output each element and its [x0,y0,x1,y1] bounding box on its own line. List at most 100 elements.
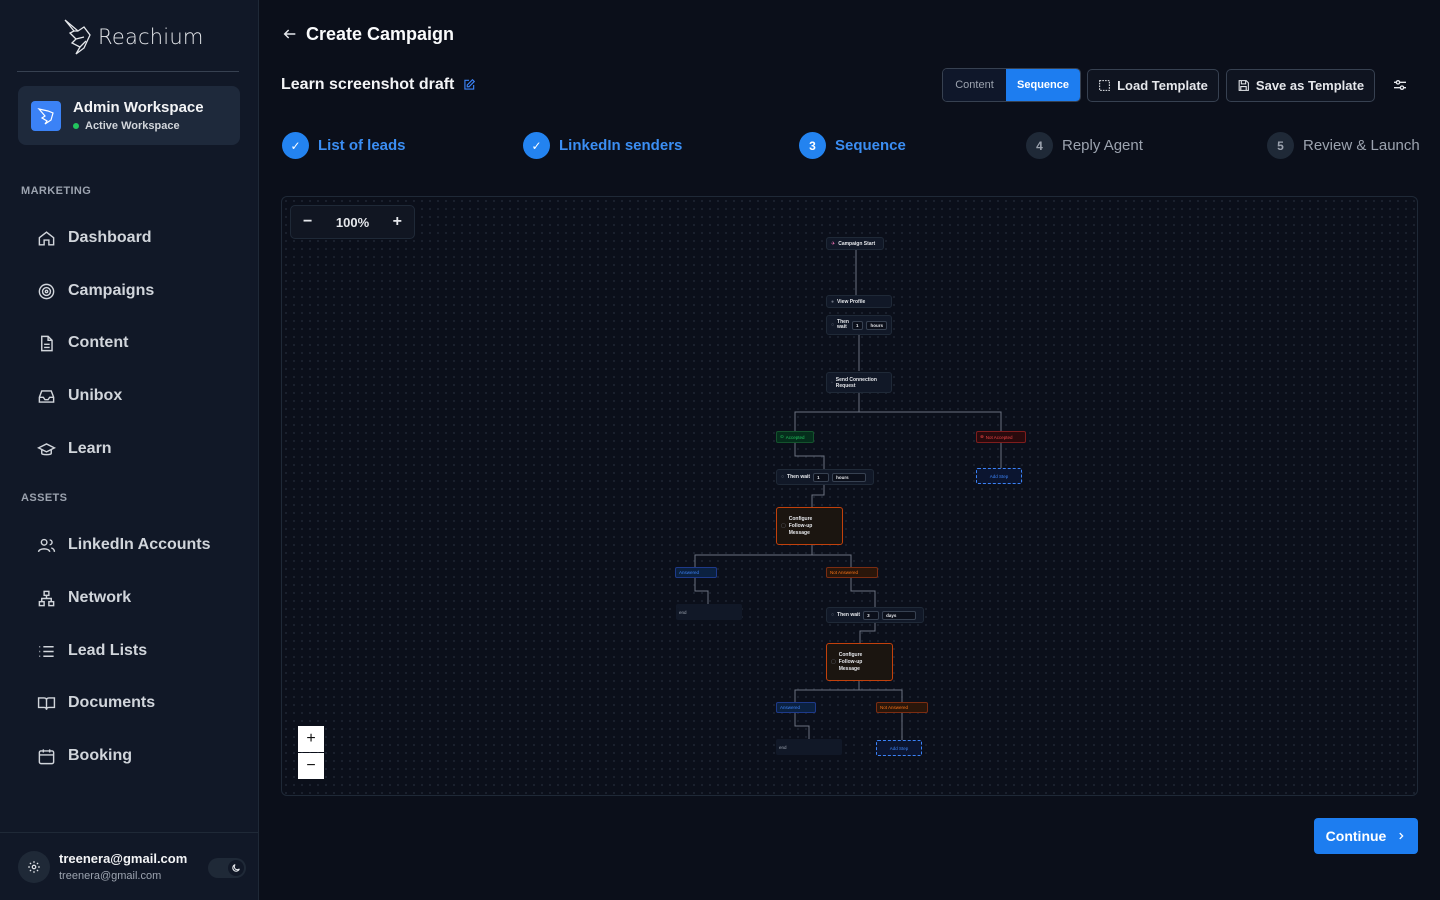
minimap-zoom-in-button[interactable]: + [298,726,324,752]
wait-value-input[interactable]: 1 [813,472,830,482]
network-icon [38,590,55,606]
wait-unit-select[interactable]: days [882,610,917,620]
section-label-marketing: MARKETING [21,185,92,197]
add-step-button[interactable]: Add Step [876,740,922,756]
step-sequence[interactable]: 3 Sequence [799,132,906,159]
view-toggle: Content Sequence [942,68,1081,102]
minimap-zoom-out-button[interactable]: − [298,753,324,779]
wait-node-2[interactable]: ○ Then wait 1 hours [776,469,874,485]
users-icon [37,538,56,552]
sidebar-item-booking[interactable]: Booking [37,742,237,770]
gear-icon [28,861,40,873]
inbox-icon [38,389,55,403]
bird-logo-icon [64,19,91,55]
view-profile-node[interactable]: ● View Profile [826,295,892,308]
app-logo[interactable]: Reachium [62,16,204,58]
user-plus-icon: ▫ [831,379,833,386]
wait-node-1[interactable]: ○ Then wait 1 hours [826,315,892,335]
workspace-switcher[interactable]: Admin Workspace Active Workspace [18,86,240,145]
message-icon: ▢ [831,659,836,665]
moon-icon [232,864,240,872]
app-name: Reachium [98,25,204,49]
document-icon [41,335,53,351]
wait-unit-select[interactable]: hours [832,472,867,482]
rocket-icon: ✈ [831,240,836,247]
save-template-button[interactable]: Save as Template [1226,69,1375,102]
divider [17,71,239,72]
wait-value-input[interactable]: 3 [863,610,880,620]
followup-message-node-1[interactable]: ▢ Configure Follow-up Message [776,507,843,545]
workspace-name: Admin Workspace [73,99,204,116]
wait-node-3[interactable]: ○ Then wait 3 days [826,607,924,623]
load-template-button[interactable]: Load Template [1087,69,1219,102]
chevron-right-icon [1399,832,1404,840]
end-node-2[interactable]: end [776,739,842,755]
theme-toggle[interactable] [208,858,246,878]
graduation-cap-icon [37,442,56,455]
step-number: 5 [1267,132,1294,159]
sidebar-item-unibox[interactable]: Unibox [37,382,237,410]
accepted-branch[interactable]: ⊙ Accepted [776,431,814,443]
step-check-icon: ✓ [523,132,550,159]
clock-icon: ○ [831,612,835,618]
clock-icon: ○ [781,474,785,480]
step-list-of-leads[interactable]: ✓ List of leads [282,132,406,159]
followup-message-node-2[interactable]: ▢ Configure Follow-up Message [826,643,893,681]
step-linkedin-senders[interactable]: ✓ LinkedIn senders [523,132,682,159]
theme-knob [228,860,244,876]
sequence-canvas[interactable]: − 100% + ✈ Campaign Start ● View Profile ○… [281,196,1418,796]
target-icon [38,283,55,299]
campaign-name: Learn screenshot draft [281,76,476,94]
sidebar-item-campaigns[interactable]: Campaigns [37,277,237,305]
list-icon [39,645,54,657]
book-icon [37,696,56,710]
user-footer: treenera@gmail.com treenera@gmail.com [0,832,259,900]
sidebar-item-content[interactable]: Content [37,329,237,357]
step-number: 4 [1026,132,1053,159]
user-email-secondary: treenera@gmail.com [59,870,162,882]
home-icon [38,230,55,246]
answered-branch-2[interactable]: Answered [776,702,816,713]
eye-icon: ● [831,298,835,305]
step-check-icon: ✓ [282,132,309,159]
sidebar-item-learn[interactable]: Learn [37,435,237,463]
flow-connectors [694,250,1002,741]
template-icon [1099,80,1111,91]
sidebar-item-dashboard[interactable]: Dashboard [37,224,237,252]
not-accepted-branch[interactable]: ⊗ Not Accepted [976,431,1026,443]
campaign-start-node[interactable]: ✈ Campaign Start [826,237,884,250]
settings-sliders-icon[interactable] [1392,77,1408,93]
sidebar-item-linkedin-accounts[interactable]: LinkedIn Accounts [37,531,237,559]
back-arrow-icon[interactable] [282,26,298,42]
check-circle-icon: ⊙ [780,434,784,439]
workspace-status: Active Workspace [73,120,204,132]
not-answered-branch-1[interactable]: Not Answered [826,567,878,578]
wait-unit-select[interactable]: hours [866,320,887,330]
toggle-sequence[interactable]: Sequence [1006,69,1080,101]
send-connection-node[interactable]: ▫ Send Connection Request [826,372,892,393]
sidebar-item-lead-lists[interactable]: Lead Lists [37,637,237,665]
workspace-avatar-icon [31,100,61,131]
calendar-icon [38,748,55,764]
step-review-launch[interactable]: 5 Review & Launch [1267,132,1420,159]
answered-branch-1[interactable]: Answered [675,567,717,578]
status-dot-icon [73,123,79,129]
step-reply-agent[interactable]: 4 Reply Agent [1026,132,1143,159]
sidebar-item-documents[interactable]: Documents [37,689,237,717]
step-number: 3 [799,132,826,159]
x-circle-icon: ⊗ [980,434,984,439]
not-answered-branch-2[interactable]: Not Answered [876,702,928,713]
wait-value-input[interactable]: 1 [851,320,864,330]
message-icon: ▢ [781,523,786,529]
page-title: Create Campaign [306,24,455,44]
user-email: treenera@gmail.com [59,851,188,866]
save-icon [1238,80,1249,91]
toggle-content[interactable]: Content [943,69,1006,101]
sidebar-item-network[interactable]: Network [37,584,237,612]
clock-icon: ○ [831,322,835,328]
end-node-1[interactable]: end [676,604,742,620]
add-step-button[interactable]: Add Step [976,468,1022,484]
edit-icon[interactable] [462,78,476,92]
settings-button[interactable] [18,851,50,883]
continue-button[interactable]: Continue [1314,818,1418,854]
